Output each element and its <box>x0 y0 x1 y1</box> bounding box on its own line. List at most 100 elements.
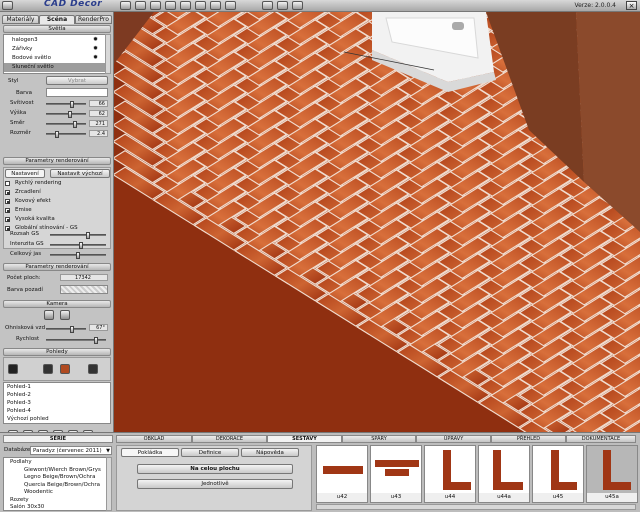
pattern-tile[interactable]: u45 <box>532 445 584 503</box>
sun-icon[interactable]: ✹ <box>93 36 98 43</box>
slider-knob[interactable] <box>69 101 74 108</box>
gs-slider[interactable] <box>50 242 106 249</box>
light-slider[interactable] <box>46 101 86 108</box>
undo-icon[interactable] <box>262 1 273 10</box>
pattern-caption: u44 <box>425 493 475 502</box>
render-option[interactable]: Zrcadlení <box>5 189 109 197</box>
checkbox[interactable] <box>5 208 10 213</box>
lights-list: halogen3 ✹ Zářivky ✹ Bodové světlo ✹ Sluneční … <box>3 34 111 74</box>
bottom-tab[interactable]: ÚPRAVY <box>416 435 491 443</box>
window-icon[interactable] <box>225 1 236 10</box>
patterns-scrollbar[interactable] <box>316 504 636 510</box>
pattern-tile[interactable]: u43 <box>370 445 422 503</box>
print-icon[interactable] <box>180 1 191 10</box>
view-thumb-3-icon[interactable] <box>60 364 70 374</box>
render-option[interactable]: Emise <box>5 207 109 215</box>
placement-subtab[interactable]: Definice <box>181 448 239 457</box>
placement-subtab[interactable]: Pokládka <box>121 448 179 457</box>
slider-knob[interactable] <box>86 232 91 239</box>
view-item[interactable]: Pohled-2 <box>4 391 110 399</box>
pattern-tile[interactable]: u45a <box>586 445 638 503</box>
speed-slider-knob[interactable] <box>93 337 98 344</box>
light-slider[interactable] <box>46 131 86 138</box>
pattern-tile[interactable]: u42 <box>316 445 368 503</box>
sun-icon[interactable]: ✹ <box>93 45 98 52</box>
placement-panel: Pokládka Definice Nápověda Na celou plochu… <box>116 445 312 511</box>
open-icon[interactable] <box>120 1 131 10</box>
placement-subtab[interactable]: Nápověda <box>241 448 299 457</box>
view-item[interactable]: Pohled-3 <box>4 399 110 407</box>
render-option[interactable]: Vysoká kvalita <box>5 216 109 224</box>
pattern-preview-icon <box>323 466 363 474</box>
slider-label: Rozměr <box>10 130 31 136</box>
photo-icon[interactable] <box>165 1 176 10</box>
settings-tab[interactable]: Nastavení <box>5 169 45 178</box>
slider-label: Výška <box>10 110 27 116</box>
help-icon[interactable] <box>195 1 206 10</box>
3d-viewport[interactable] <box>114 12 640 432</box>
redo-icon[interactable] <box>277 1 288 10</box>
choose-button[interactable]: Vybrat <box>46 76 108 85</box>
layers-icon[interactable] <box>292 1 303 10</box>
save-icon[interactable] <box>135 1 146 10</box>
light-item[interactable]: Sluneční světlo <box>4 63 110 72</box>
pattern-tile[interactable]: u44a <box>478 445 530 503</box>
slider-knob[interactable] <box>73 121 77 128</box>
slider-knob[interactable] <box>54 131 59 138</box>
close-button[interactable]: × <box>626 1 637 10</box>
gs-slider[interactable] <box>50 252 106 259</box>
checkbox[interactable] <box>5 190 10 195</box>
tab-scene[interactable]: Scéna <box>39 15 75 24</box>
set-default-tab[interactable]: Nastavit výchozí <box>50 169 110 178</box>
render-option[interactable]: Rychlý rendering <box>5 180 109 188</box>
slider-knob[interactable] <box>76 252 80 259</box>
fov-slider-knob[interactable] <box>70 326 75 333</box>
settings-icon[interactable] <box>210 1 221 10</box>
tree-item[interactable]: Salón 30x30 <box>4 503 106 511</box>
bottom-tab[interactable]: SESTAVY <box>267 435 342 443</box>
rotate-camera-icon[interactable] <box>60 310 70 320</box>
light-slider[interactable] <box>46 111 86 118</box>
tab-materials[interactable]: Materiály <box>2 15 39 24</box>
bg-color-swatch[interactable] <box>60 285 108 294</box>
slider-knob[interactable] <box>78 242 83 249</box>
bottom-tab[interactable]: OBKLAD <box>116 435 192 443</box>
move-camera-icon[interactable] <box>44 310 54 320</box>
chevron-down-icon[interactable]: ▼ <box>106 447 110 455</box>
single-button[interactable]: Jednotlivě <box>137 479 293 489</box>
tab-series[interactable]: SÉRIE <box>3 435 113 443</box>
checkbox[interactable] <box>5 181 10 186</box>
view-item[interactable]: Pohled-4 <box>4 407 110 415</box>
view-thumb-2-icon[interactable] <box>43 364 53 374</box>
sun-icon[interactable]: ✹ <box>93 54 98 61</box>
bottom-tab[interactable]: SPÁRY <box>342 435 416 443</box>
views-list: Pohled-1 Pohled-2 Pohled-3 Pohled-4 Výchozí … <box>3 382 111 424</box>
speed-slider[interactable] <box>46 337 106 344</box>
view-thumb-4-icon[interactable] <box>88 364 98 374</box>
menu-icon[interactable] <box>2 1 13 10</box>
database-select[interactable]: Paradyz (červenec 2011) ▼ <box>30 446 112 455</box>
lights-scrollbar[interactable] <box>105 34 111 74</box>
bottom-tab[interactable]: DEKORACE <box>192 435 267 443</box>
view-thumb-1-icon[interactable] <box>8 364 18 374</box>
view-item[interactable]: Pohled-1 <box>4 383 110 391</box>
fov-slider[interactable] <box>46 326 86 333</box>
tab-renderpro[interactable]: RenderPro <box>75 15 112 24</box>
render-option[interactable]: Kovový efekt <box>5 198 109 206</box>
checkbox[interactable] <box>5 217 10 222</box>
slider-label: Směr <box>10 120 25 126</box>
series-scrollbar[interactable] <box>106 457 112 511</box>
view-item[interactable]: Výchozí pohled <box>4 415 110 423</box>
gs-slider[interactable] <box>50 232 106 239</box>
bottom-tab[interactable]: PŘEHLED <box>491 435 566 443</box>
whole-surface-button[interactable]: Na celou plochu <box>137 464 293 474</box>
camera-icon[interactable] <box>150 1 161 10</box>
pattern-tile[interactable]: u44 <box>424 445 476 503</box>
slider-knob[interactable] <box>68 111 73 118</box>
light-slider[interactable] <box>46 121 86 128</box>
color-swatch[interactable] <box>46 88 108 97</box>
slider-value: 271 <box>89 120 108 127</box>
fov-value: 67° <box>89 324 108 331</box>
checkbox[interactable] <box>5 199 10 204</box>
bottom-tab[interactable]: DOKUMENTACE <box>566 435 636 443</box>
